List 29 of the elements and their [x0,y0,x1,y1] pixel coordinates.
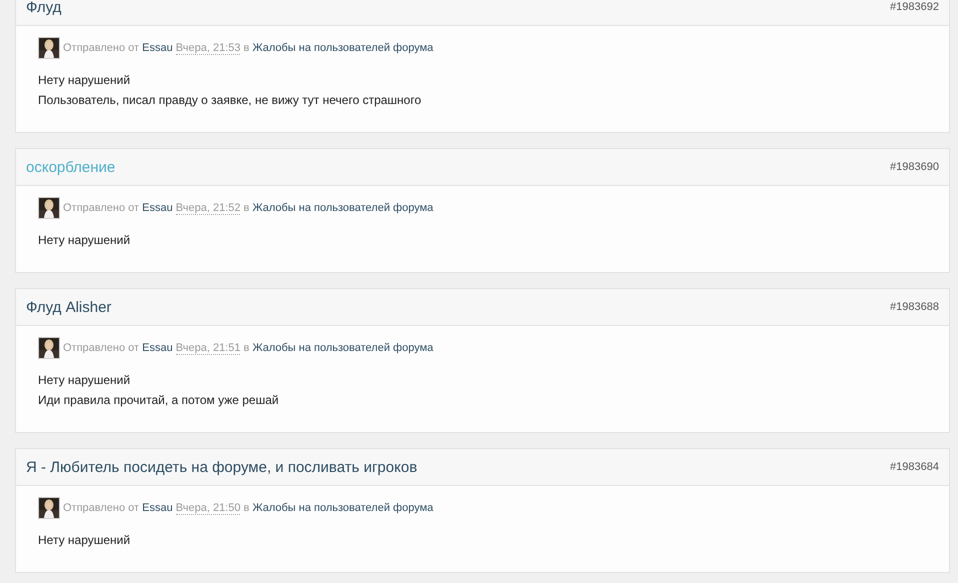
post-date: Вчера, 21:51 [176,342,240,355]
post-text: Нету нарушений [38,232,132,249]
forum-link[interactable]: Жалобы на пользователей форума [252,342,434,354]
post-number: #1983690 [890,161,939,173]
post-title[interactable]: Я - Любитель посидеть на форуме, и посливать игроков [26,458,418,476]
forum-link[interactable]: Жалобы на пользователей форума [252,202,434,214]
author-link[interactable]: Essau [142,42,173,54]
post-number: #1983692 [890,1,939,13]
forum-link[interactable]: Жалобы на пользователей форума [252,42,434,54]
post-title[interactable]: Флуд [26,0,62,16]
post-number: #1983688 [890,301,939,313]
post-text: Нету нарушений [38,532,132,549]
post-text: Нету нарушений [38,372,132,389]
author-link[interactable]: Essau [142,502,173,514]
post-meta: Отправлено от Essau Вчера, 21:50 в Жалобы на пользователей форума [63,502,434,514]
author-link[interactable]: Essau [142,202,173,214]
post-date: Вчера, 21:52 [176,202,240,215]
post-date: Вчера, 21:53 [176,42,240,55]
post-text: Пользователь, писал правду о заявке, не вижу тут нечего страшного [38,92,422,109]
post-text: Нету нарушений [38,72,132,89]
author-link[interactable]: Essau [142,342,173,354]
post-date: Вчера, 21:50 [176,502,240,515]
post-text: Иди правила прочитай, а потом уже решай [38,392,280,409]
post-title[interactable]: Флуд Alisher [26,298,112,316]
post-meta: Отправлено от Essau Вчера, 21:51 в Жалобы на пользователей форума [63,342,434,354]
post-number: #1983684 [890,461,939,473]
post-meta: Отправлено от Essau Вчера, 21:53 в Жалобы на пользователей форума [63,42,434,54]
post-meta: Отправлено от Essau Вчера, 21:52 в Жалобы на пользователей форума [63,202,434,214]
forum-link[interactable]: Жалобы на пользователей форума [252,502,434,514]
